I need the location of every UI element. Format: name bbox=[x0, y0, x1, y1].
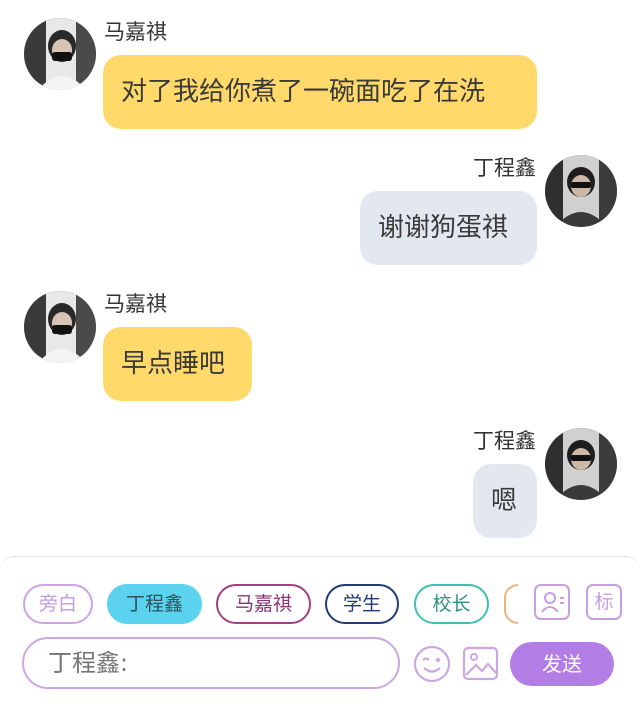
message-input[interactable] bbox=[22, 637, 400, 689]
role-chip-principal[interactable]: 校长 bbox=[414, 584, 489, 624]
avatar-photo-icon bbox=[545, 428, 617, 500]
image-icon bbox=[462, 646, 499, 681]
avatar-majiaqi[interactable] bbox=[24, 291, 96, 363]
avatar-photo-icon bbox=[545, 155, 617, 227]
role-chip-narration[interactable]: 旁白 bbox=[23, 584, 93, 624]
tag-label: 标 bbox=[594, 591, 614, 613]
message-bubble[interactable]: 嗯 bbox=[473, 464, 537, 538]
send-button[interactable]: 发送 bbox=[510, 642, 614, 686]
role-chip-majiaqi[interactable]: 马嘉祺 bbox=[216, 584, 311, 624]
message-sender-name: 马嘉祺 bbox=[104, 292, 167, 316]
character-card-button[interactable] bbox=[534, 584, 570, 620]
person-card-icon bbox=[541, 592, 564, 613]
role-chip-overflow[interactable] bbox=[504, 584, 518, 624]
message-bubble[interactable]: 对了我给你煮了一碗面吃了在洗 bbox=[103, 55, 537, 129]
avatar-photo-icon bbox=[24, 291, 96, 363]
avatar-photo-icon bbox=[24, 18, 96, 90]
emoji-button[interactable] bbox=[412, 644, 452, 684]
wink-face-icon bbox=[413, 645, 451, 683]
tag-button[interactable]: 标 bbox=[586, 584, 622, 620]
message-sender-name: 丁程鑫 bbox=[473, 156, 536, 180]
image-button[interactable] bbox=[462, 645, 500, 683]
avatar-dingchengxin[interactable] bbox=[545, 155, 617, 227]
role-chip-dingchengxin[interactable]: 丁程鑫 bbox=[107, 584, 202, 624]
avatar-majiaqi[interactable] bbox=[24, 18, 96, 90]
message-bubble[interactable]: 谢谢狗蛋祺 bbox=[360, 191, 537, 265]
avatar-dingchengxin[interactable] bbox=[545, 428, 617, 500]
message-sender-name: 丁程鑫 bbox=[473, 429, 536, 453]
role-chip-student[interactable]: 学生 bbox=[325, 584, 399, 624]
message-bubble[interactable]: 早点睡吧 bbox=[103, 327, 252, 401]
message-sender-name: 马嘉祺 bbox=[104, 20, 167, 44]
